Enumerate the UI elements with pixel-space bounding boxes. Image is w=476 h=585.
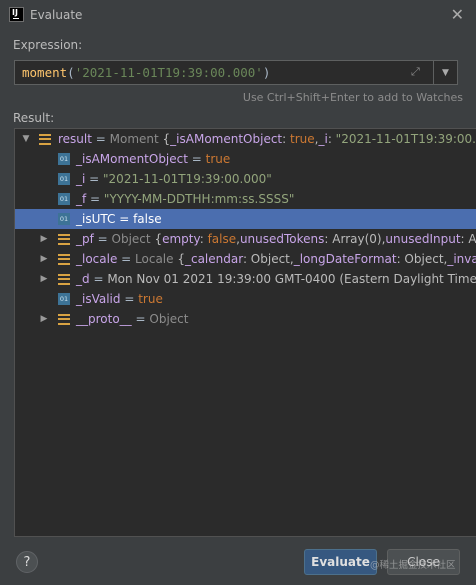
primitive-icon: 01 [58,153,70,165]
object-icon [39,133,51,145]
watches-hint: Use Ctrl+Shift+Enter to add to Watches [242,91,463,104]
close-icon[interactable]: ✕ [451,5,464,24]
primitive-icon: 01 [58,213,70,225]
tree-row-i[interactable]: 01 _i = "2021-11-01T19:39:00.000" [15,169,476,189]
tree-row-pf[interactable]: ▶ _pf = Object {empty: false,unusedToken… [15,229,476,249]
tree-row-isAMomentObject[interactable]: 01 _isAMomentObject = true [15,149,476,169]
object-icon [58,253,70,265]
tree-row-result[interactable]: ▼ result = Moment {_isAMomentObject: tru… [15,129,476,149]
var-type: Moment [109,132,159,146]
collapse-arrow-icon[interactable]: ▼ [21,134,31,144]
expand-arrow-icon[interactable]: ▶ [39,274,49,284]
object-icon [58,233,70,245]
tree-row-isUTC[interactable]: 01 _isUTC = false [15,209,476,229]
tree-row-f[interactable]: 01 _f = "YYYY-MM-DDTHH:mm:ss.SSSS" [15,189,476,209]
tree-row-proto[interactable]: ▶ __proto__ = Object [15,309,476,329]
evaluate-button[interactable]: Evaluate [304,549,377,575]
window-title: Evaluate [30,8,83,22]
object-icon [58,273,70,285]
tree-row-d[interactable]: ▶ _d = Mon Nov 01 2021 19:39:00 GMT-0400… [15,269,476,289]
title-bar: IJ Evaluate ✕ [0,0,476,30]
primitive-icon: 01 [58,173,70,185]
expression-input[interactable]: moment('2021-11-01T19:39:00.000') ⤢ ▼ [14,60,458,85]
history-dropdown-button[interactable]: ▼ [433,61,457,84]
intellij-logo-icon: IJ [9,7,24,22]
help-button[interactable]: ? [16,551,38,573]
primitive-icon: 01 [58,193,70,205]
watermark: @稀土掘金技术社区 [370,560,456,571]
expand-arrow-icon[interactable]: ▶ [39,234,49,244]
object-icon [58,313,70,325]
tree-row-isValid[interactable]: 01 _isValid = true [15,289,476,309]
expand-arrow-icon[interactable]: ▶ [39,254,49,264]
tree-row-locale[interactable]: ▶ _locale = Locale {_calendar: Object,_l… [15,249,476,269]
result-tree[interactable]: ▼ result = Moment {_isAMomentObject: tru… [14,128,476,537]
expand-arrow-icon[interactable]: ▶ [39,314,49,324]
primitive-icon: 01 [58,293,70,305]
expression-text[interactable]: moment('2021-11-01T19:39:00.000') [15,65,270,80]
result-label: Result: [13,111,55,125]
expression-label: Expression: [13,38,83,52]
var-name: result [58,132,92,146]
expand-editor-icon[interactable]: ⤢ [411,65,425,79]
